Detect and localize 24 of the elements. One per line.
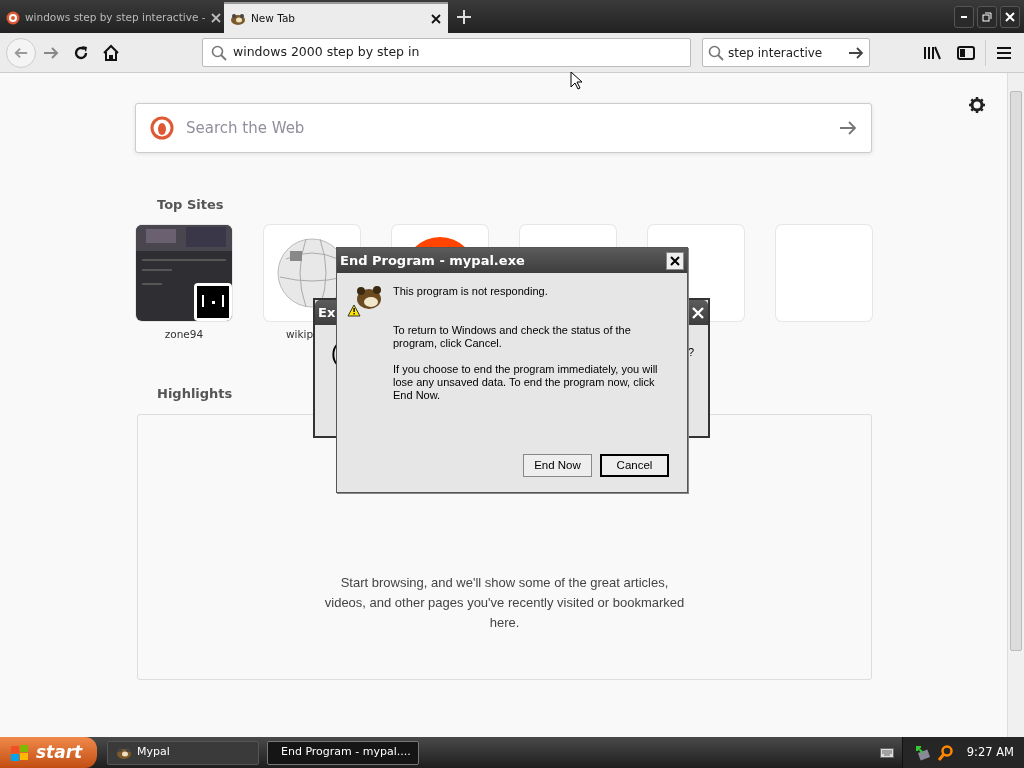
taskbar-button[interactable]: End Program - mypal.... [267,740,419,765]
window-title: Ex [318,303,336,322]
dialog-message: If you choose to end the program immediately, you will lose any unsaved data. To end the program now, click End Now. [393,363,659,402]
address-bar[interactable]: windows 2000 step by step in [202,38,691,67]
browser-tab[interactable]: New Tab [224,2,448,33]
cancel-button[interactable]: Cancel [600,454,669,477]
section-heading: Top Sites [157,196,224,214]
browser-tab[interactable]: windows step by step interactive - [0,2,224,33]
site-label[interactable]: wikip [286,327,314,343]
text-fragment: ? [687,346,694,359]
dialog-message: To return to Windows and check the status of the program, click Cancel. [393,324,632,350]
search-field[interactable]: step interactive [728,43,844,62]
dialog-message: This program is not responding. [393,285,549,298]
empty-state-message: Start browsing, and we'll show some of the great articles, videos, and other pages you've recently visited or bookmarked here. [323,574,686,632]
section-heading: Highlights [157,385,233,403]
search-bar[interactable]: step interactive [702,38,870,67]
window-title: End Program - mypal.exe [340,251,525,270]
web-search-field[interactable]: Search the Web [135,103,872,153]
taskbar-button[interactable]: Mypal [107,740,259,765]
search-input[interactable]: Search the Web [184,115,829,141]
address-field[interactable]: windows 2000 step by step in [233,43,682,62]
clock: 9:27 AM [966,743,1014,761]
site-label[interactable]: zone94 [164,327,204,343]
end-now-button[interactable]: End Now [523,454,592,477]
